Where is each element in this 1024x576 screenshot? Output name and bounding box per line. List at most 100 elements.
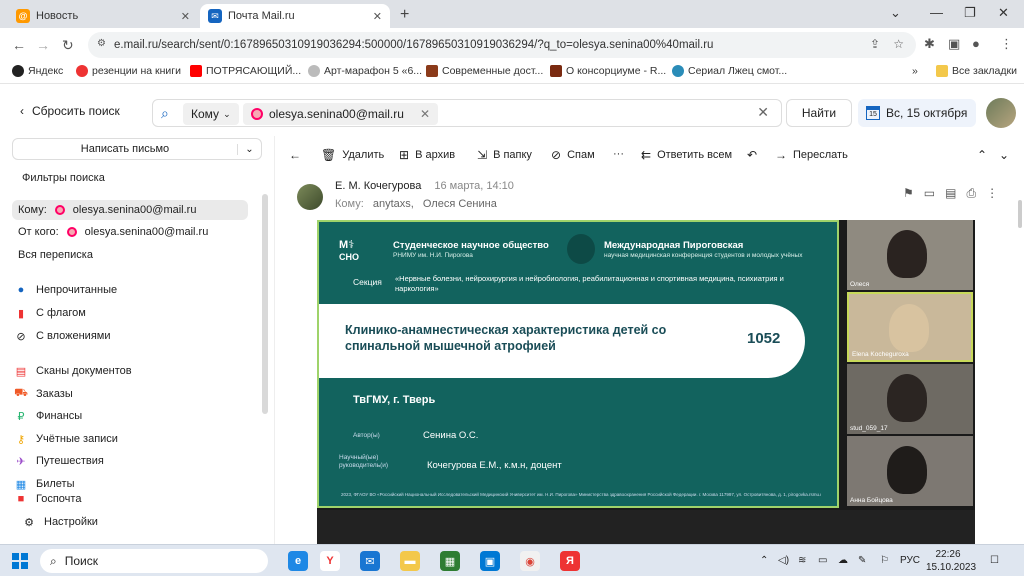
back-arrow-icon[interactable]: ← [12, 37, 26, 53]
store-icon[interactable]: ▣ [480, 551, 500, 571]
search-filters[interactable]: Фильтры поиска [22, 168, 258, 188]
sidebar-item-travel[interactable]: ✈ Путешествия [14, 451, 250, 471]
sidebar-item-orders[interactable]: ⛟ Заказы [14, 384, 250, 404]
bookmark-consortium[interactable]: О консорциуме - R... [550, 65, 666, 77]
windows-start-icon[interactable] [12, 553, 28, 569]
profile-icon[interactable]: ● [972, 36, 980, 51]
attached-image[interactable]: M⚕ СНО Студенческое научное общество РНИМ… [317, 220, 975, 544]
minimize-icon[interactable]: — [930, 5, 943, 20]
battery-icon[interactable]: ▭ [818, 555, 827, 566]
sidebar-item-unread[interactable]: ● Непрочитанные [14, 280, 250, 300]
sidebar-item-gov[interactable]: ■ Госпочта [14, 494, 250, 504]
restore-icon[interactable]: ❐ [964, 5, 976, 21]
bookmark-art[interactable]: Арт-марафон 5 «6... [308, 65, 422, 77]
user-avatar[interactable] [986, 98, 1016, 128]
content-scrollbar[interactable] [1018, 200, 1022, 228]
all-bookmarks[interactable]: Все закладки [936, 65, 1017, 77]
recipient[interactable]: anytaxs, [373, 198, 414, 210]
reload-icon[interactable]: ↻ [62, 37, 74, 54]
pen-icon[interactable]: ✎ [858, 555, 866, 566]
tray-chevron-icon[interactable]: ⌃ [760, 555, 768, 566]
edge-icon[interactable]: e [288, 551, 308, 571]
taskbar-search[interactable]: ⌕ Поиск [40, 549, 268, 573]
url-field[interactable]: ⚙ e.mail.ru/search/sent/0:16789650310919… [88, 32, 916, 58]
more-icon[interactable]: ⋮ [986, 186, 1008, 200]
calendar-widget[interactable]: 15 Вс, 15 октября [858, 99, 976, 127]
mail-icon[interactable]: ✉ [360, 551, 380, 571]
bookmark-modern[interactable]: Современные дост... [426, 65, 543, 77]
bookmark-video[interactable]: ПОТРЯСАЮЩИЙ... [190, 65, 301, 77]
compose-button[interactable]: Написать письмо ⌄ [12, 138, 262, 160]
filter-all-mail[interactable]: Вся переписка [18, 245, 254, 265]
yandex-icon[interactable]: Я [560, 551, 580, 571]
speaker-icon[interactable]: ◁) [778, 555, 789, 566]
tab-mail[interactable]: ✉ Почта Mail.ru ✕ [200, 4, 390, 28]
find-button[interactable]: Найти [786, 99, 852, 127]
filter-from[interactable]: От кого: olesya.senina00@mail.ru [18, 222, 254, 242]
filter-to[interactable]: Кому: olesya.senina00@mail.ru [12, 200, 248, 220]
archive-button[interactable]: ⊞ В архив [399, 148, 455, 162]
sidebar-item-settings[interactable]: ⚙ Настройки [22, 512, 258, 532]
star-icon[interactable]: ☆ [893, 37, 904, 51]
yandex-browser-icon[interactable]: Y [320, 551, 340, 571]
sidebar-item-tickets[interactable]: ▦ Билеты [14, 474, 250, 494]
calendar-icon[interactable]: ▤ [945, 186, 966, 200]
search-field-chip[interactable]: Кому ⌄ [183, 103, 239, 125]
menu-dots-icon[interactable]: ⋮ [1000, 36, 1013, 52]
tab-news[interactable]: @ Новость ✕ [8, 4, 198, 28]
prev-message-button[interactable]: ⌃ [977, 148, 987, 162]
share-icon[interactable]: ⇪ [870, 37, 880, 51]
chevron-left-icon: ‹ [20, 104, 24, 118]
notifications-icon[interactable]: ☐ [990, 555, 999, 566]
sender-name[interactable]: Е. М. Кочегурова [335, 180, 421, 192]
close-tab-icon[interactable]: ✕ [373, 10, 382, 23]
reply-button[interactable]: ↶ [747, 148, 757, 162]
print-icon[interactable]: ⎙ [966, 186, 986, 200]
bookmarks-more[interactable]: » [912, 65, 918, 77]
forward-arrow-icon[interactable]: → [36, 37, 50, 53]
system-clock[interactable]: 22:26 15.10.2023 [926, 548, 976, 574]
chrome-icon[interactable]: ◉ [520, 551, 540, 571]
file-explorer-icon[interactable]: ▬ [400, 551, 420, 571]
sidebar-item-attachments[interactable]: ⊘ С вложениями [14, 326, 250, 346]
calculator-icon[interactable]: ▦ [440, 551, 460, 571]
bookmark-yandex[interactable]: Яндекс [12, 65, 63, 77]
forward-button[interactable]: → Переслать [775, 148, 848, 162]
cloud-icon[interactable]: ☁ [838, 555, 848, 566]
chevron-down-icon[interactable]: ⌄ [237, 143, 261, 155]
reset-search-button[interactable]: ‹ Сбросить поиск [20, 104, 120, 118]
bookmark-reviews[interactable]: резенции на книги [76, 65, 181, 77]
search-value-chip[interactable]: olesya.senina00@mail.ru ✕ [243, 103, 438, 125]
spam-button[interactable]: ⊘ Спам [551, 148, 595, 162]
next-message-button[interactable]: ⌄ [999, 148, 1009, 162]
chevron-down-icon[interactable]: ⌄ [890, 5, 901, 21]
sender-avatar[interactable] [297, 184, 323, 210]
reply-all-button[interactable]: ⇇ Ответить всем [641, 148, 732, 162]
sidebar-item-scans[interactable]: ▤ Сканы документов [14, 361, 250, 381]
remove-chip-icon[interactable]: ✕ [420, 107, 430, 121]
language-indicator[interactable]: РУС [900, 555, 920, 566]
new-tab-icon[interactable]: + [400, 6, 409, 24]
move-to-folder-button[interactable]: ⇲ В папку [477, 148, 532, 162]
flag-icon[interactable]: ⚐ [880, 555, 889, 566]
supervisor-label: Научный(ые) руководитель(и) [339, 454, 389, 469]
recipient[interactable]: Олеся Сенина [423, 198, 497, 210]
search-input[interactable]: ⌕ Кому ⌄ olesya.senina00@mail.ru ✕ ✕ [152, 99, 782, 127]
wifi-icon[interactable]: ≋ [798, 555, 806, 566]
close-window-icon[interactable]: ✕ [998, 5, 1009, 21]
sidebar-item-accounts[interactable]: ⚷ Учётные записи [14, 429, 250, 449]
bookmark-icon[interactable]: ⚑ [903, 186, 924, 200]
back-button[interactable]: ← [289, 148, 301, 162]
clear-search-icon[interactable]: ✕ [757, 104, 769, 121]
side-panel-icon[interactable]: ▣ [948, 36, 960, 52]
bookmark-series[interactable]: Сериал Лжец смот... [672, 65, 787, 77]
site-info-icon[interactable]: ⚙ [97, 38, 106, 49]
sidebar-item-finance[interactable]: ₽ Финансы [14, 406, 250, 426]
video-icon[interactable]: ▭ [924, 186, 945, 200]
delete-button[interactable]: 🗑 Удалить [321, 148, 384, 162]
close-tab-icon[interactable]: ✕ [181, 10, 190, 23]
more-actions-button[interactable]: ··· [613, 148, 624, 160]
extensions-icon[interactable]: ✱ [924, 36, 935, 52]
sidebar-item-flagged[interactable]: ▮ С флагом [14, 303, 250, 323]
sidebar-scrollbar[interactable] [262, 194, 268, 414]
